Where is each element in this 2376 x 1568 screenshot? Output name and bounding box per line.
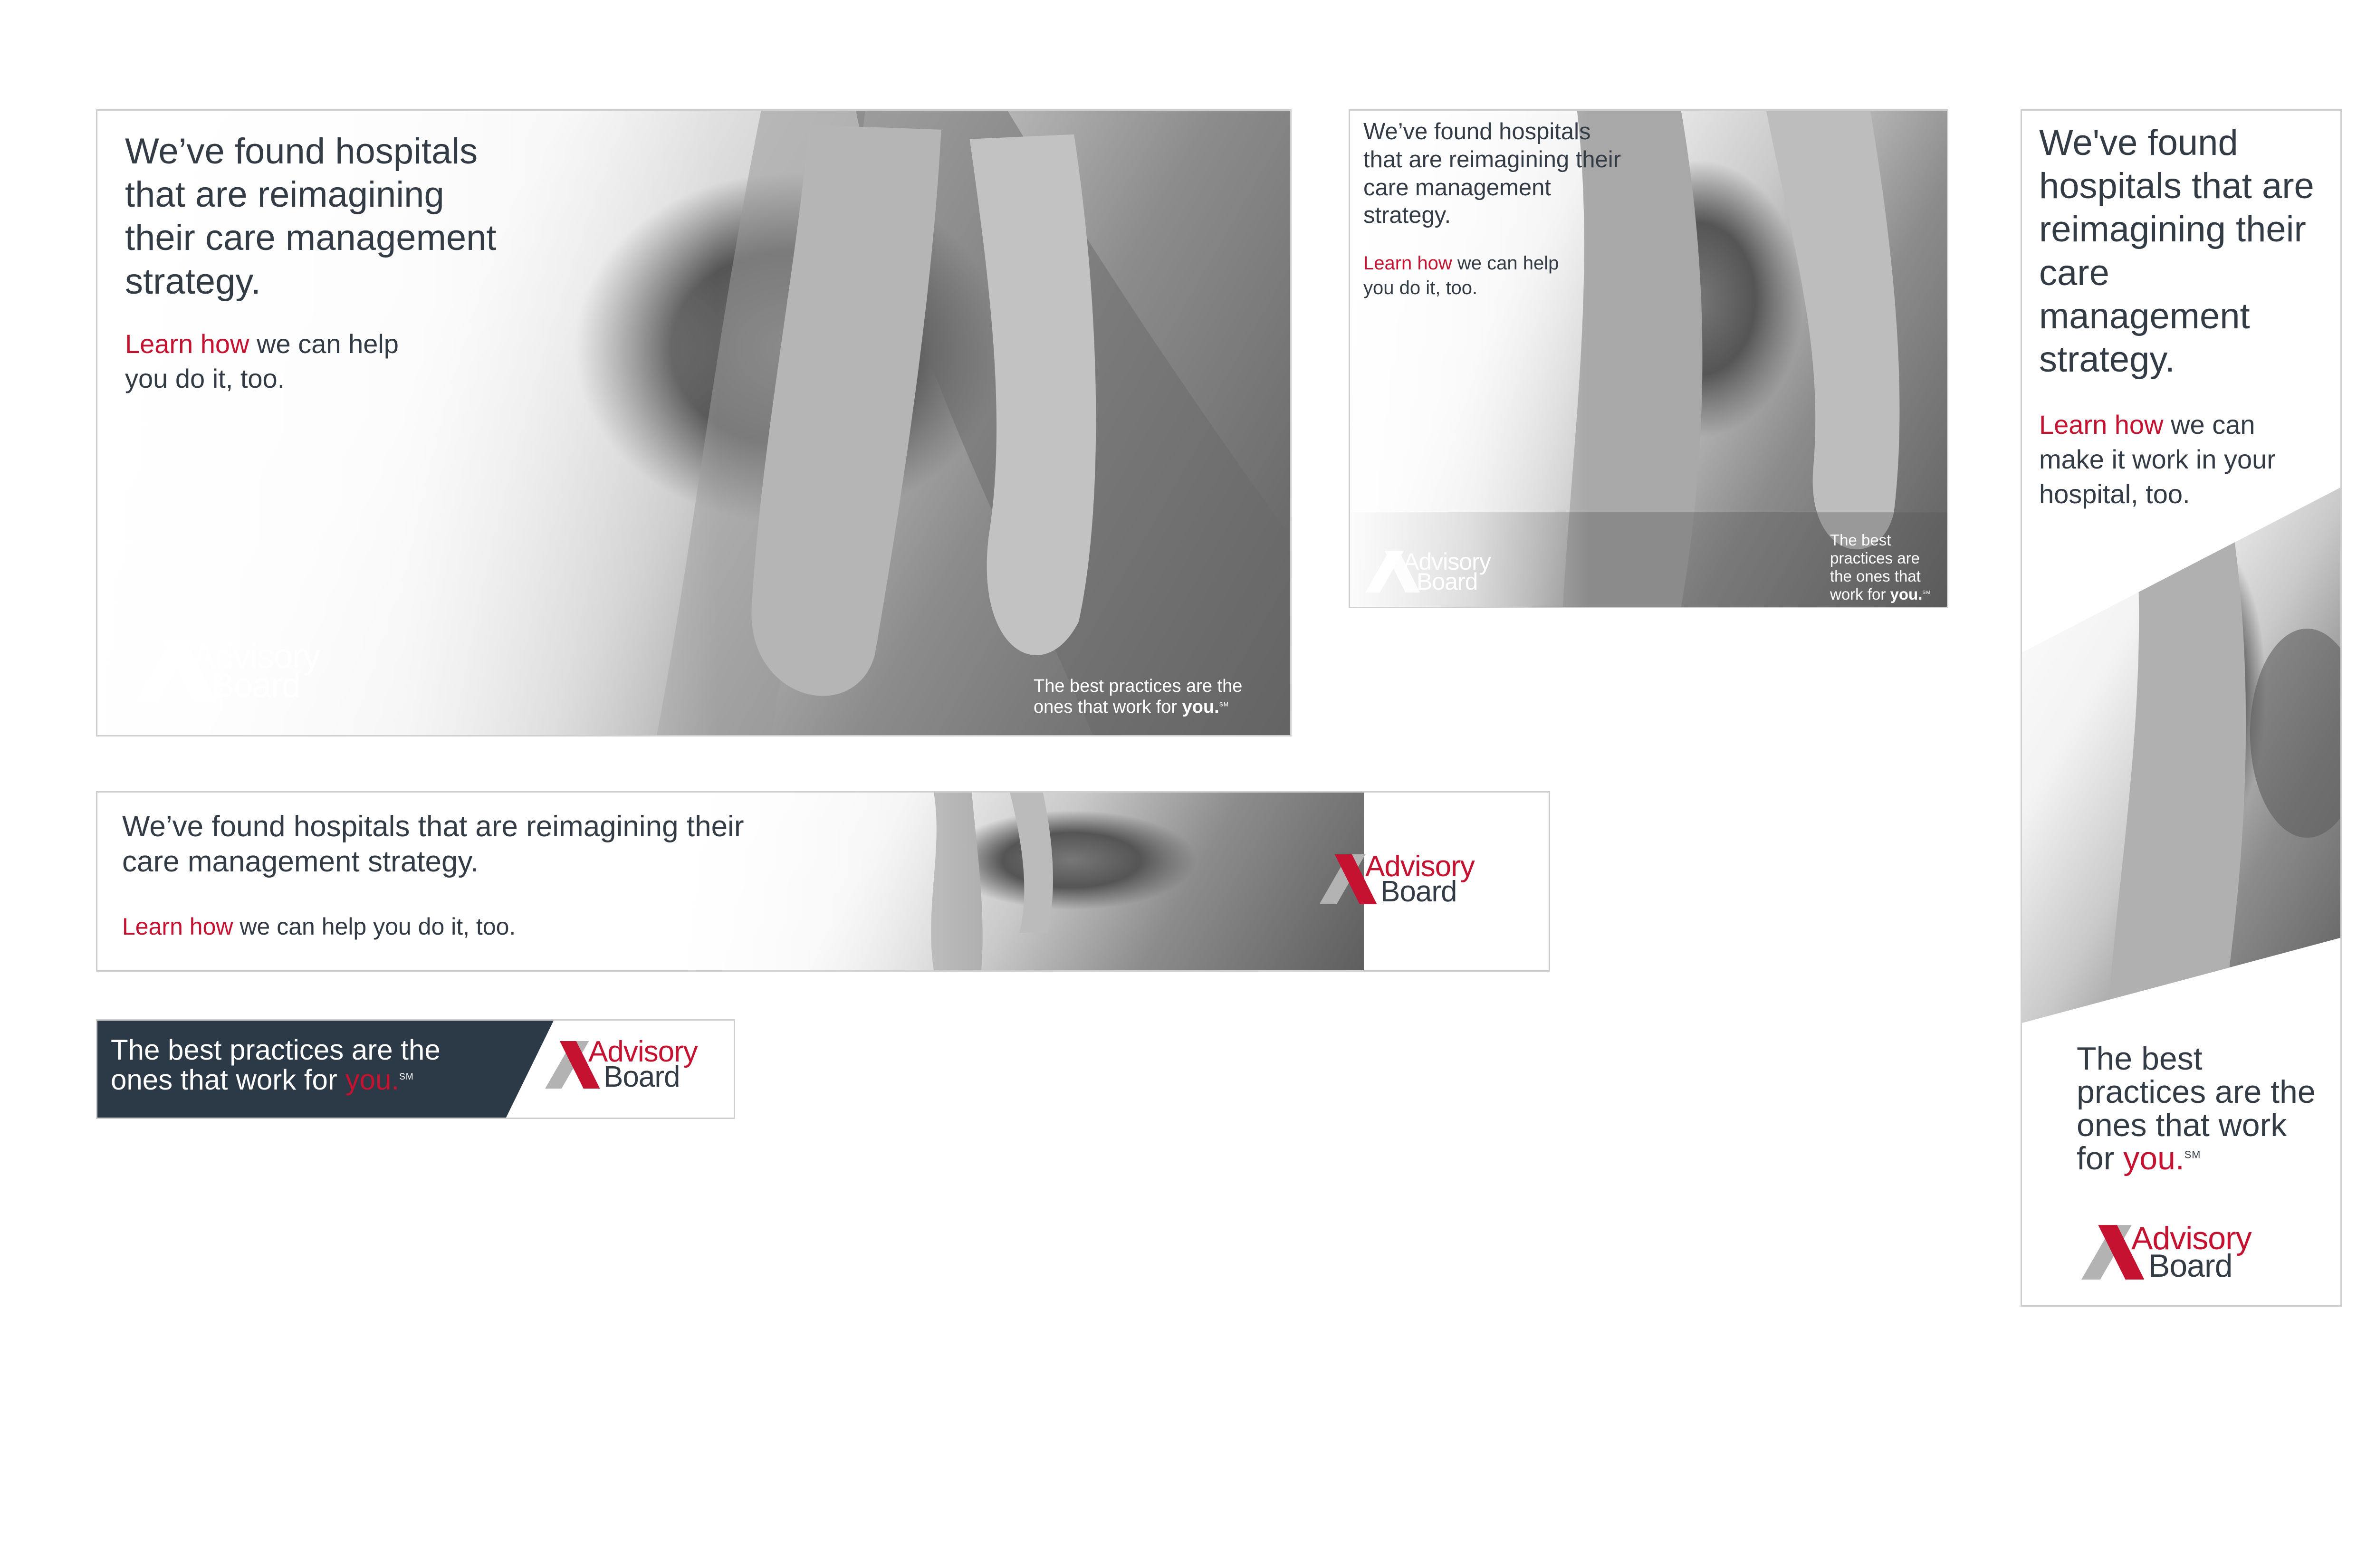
- learn-how-link[interactable]: Learn how: [122, 913, 233, 940]
- learn-how-link[interactable]: Learn how: [1363, 253, 1452, 274]
- headline: We’ve found hospitals that are reimagini…: [122, 810, 744, 879]
- learn-how-link[interactable]: Learn how: [2039, 410, 2164, 440]
- cta-text: Learn how we can help you do it, too.: [122, 911, 740, 942]
- cta-text: Learn how we can help you do it, too.: [1363, 251, 1587, 300]
- tagline: The best practices are the ones that wor…: [111, 1034, 441, 1096]
- advisory-board-logo: Advisory Board: [2081, 1222, 2252, 1284]
- ad-skyscraper[interactable]: We've found hospitals that are reimagini…: [2021, 109, 2342, 1307]
- tagline-you: you.: [1890, 585, 1923, 603]
- headline: We’ve found hospitals that are reimagini…: [1363, 119, 1621, 229]
- headline: We’ve found hospitals that are reimagini…: [125, 131, 497, 302]
- logo-word-2: Board: [1380, 875, 1457, 908]
- baby-legs-illustration: [2108, 486, 2340, 1023]
- ad-small-banner[interactable]: The best practices are the ones that wor…: [96, 1019, 735, 1119]
- advisory-board-logo: Advisory Board: [1319, 852, 1475, 908]
- learn-how-link[interactable]: Learn how: [125, 329, 249, 359]
- tagline: The best practices are the ones that wor…: [2077, 1041, 2316, 1177]
- ad-medium-rectangle[interactable]: We’ve found hospitals that are reimagini…: [1349, 109, 1948, 608]
- logo-word-2: Board: [2148, 1247, 2232, 1284]
- ad-large-rectangle[interactable]: We’ve found hospitals that are reimagini…: [96, 109, 1292, 736]
- tagline: The best practices are the ones that wor…: [1830, 531, 1931, 603]
- cta-rest: we can help you do it, too.: [233, 913, 516, 940]
- tagline: The best practices are the ones that wor…: [1034, 676, 1243, 717]
- advisory-board-logo: Advisory Board: [1365, 550, 1491, 593]
- cta-text: Learn how we can make it work in your ho…: [2039, 408, 2324, 511]
- headline: We've found hospitals that are reimagini…: [2039, 123, 2314, 380]
- ad-leaderboard[interactable]: We’ve found hospitals that are reimagini…: [96, 791, 1550, 972]
- hero-photo: [2022, 486, 2340, 1023]
- tagline-you: you.: [1182, 697, 1219, 717]
- advisory-board-logo: Advisory Board: [544, 1037, 698, 1093]
- tagline-you: you.: [2123, 1140, 2184, 1177]
- cta-text: Learn how we can help you do it, too.: [125, 327, 429, 396]
- logo-word-2: Board: [604, 1060, 680, 1093]
- logo-word-2: Board: [1417, 568, 1478, 595]
- advisory-board-logo: Advisory Board: [135, 640, 320, 705]
- tagline-you: you.: [345, 1064, 399, 1096]
- logo-word-2: Board: [211, 667, 301, 705]
